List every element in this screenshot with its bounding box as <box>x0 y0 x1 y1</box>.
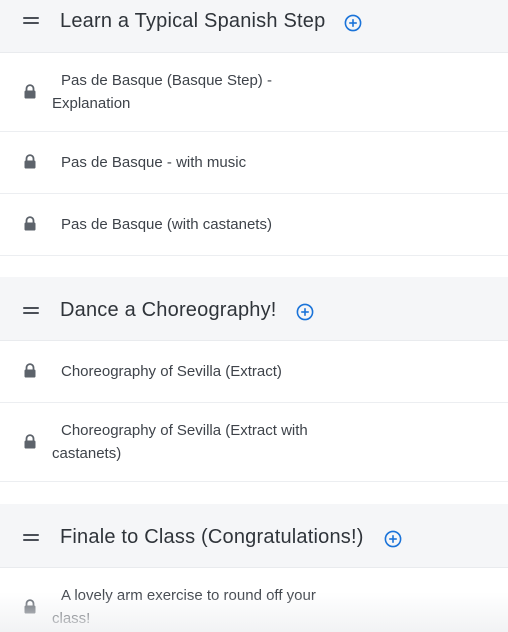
lesson-item[interactable]: Pas de Basque - with music <box>0 132 508 194</box>
plus-circle-icon[interactable] <box>296 303 314 321</box>
drag-handle-icon[interactable] <box>23 17 39 24</box>
section-spacer <box>0 482 508 504</box>
lesson-title[interactable]: Pas de Basque (Basque Step) - Explanatio… <box>52 69 352 115</box>
lock-icon <box>24 84 36 99</box>
lesson-item[interactable]: Choreography of Sevilla (Extract with ca… <box>0 403 508 482</box>
lesson-title[interactable]: Choreography of Sevilla (Extract) <box>52 360 352 383</box>
lesson-title[interactable]: Choreography of Sevilla (Extract with ca… <box>52 419 352 465</box>
lock-icon <box>24 363 36 378</box>
section-header-finale: Finale to Class (Congratulations!) <box>0 504 508 568</box>
lock-icon <box>24 216 36 231</box>
lock-icon <box>24 599 36 614</box>
lesson-title[interactable]: Pas de Basque (with castanets) <box>52 213 352 236</box>
section-header-choreography: Dance a Choreography! <box>0 277 508 341</box>
section-title: Finale to Class (Congratulations!) <box>60 526 364 548</box>
lesson-title[interactable]: Pas de Basque - with music <box>52 151 352 174</box>
lesson-title[interactable]: A lovely arm exercise to round off your … <box>52 584 352 630</box>
lesson-item[interactable]: Pas de Basque (with castanets) <box>0 194 508 256</box>
lesson-item[interactable]: A lovely arm exercise to round off your … <box>0 568 508 632</box>
section-title: Dance a Choreography! <box>60 299 277 321</box>
section-spacer <box>0 256 508 277</box>
lesson-item[interactable]: Choreography of Sevilla (Extract) <box>0 341 508 403</box>
drag-handle-icon[interactable] <box>23 307 39 314</box>
drag-handle-icon[interactable] <box>23 534 39 541</box>
section-header-learn-step: Learn a Typical Spanish Step <box>0 0 508 53</box>
section-title: Learn a Typical Spanish Step <box>60 10 326 32</box>
plus-circle-icon[interactable] <box>384 530 402 548</box>
plus-circle-icon[interactable] <box>344 14 362 32</box>
lesson-item[interactable]: Pas de Basque (Basque Step) - Explanatio… <box>0 53 508 132</box>
lock-icon <box>24 154 36 169</box>
lock-icon <box>24 434 36 449</box>
